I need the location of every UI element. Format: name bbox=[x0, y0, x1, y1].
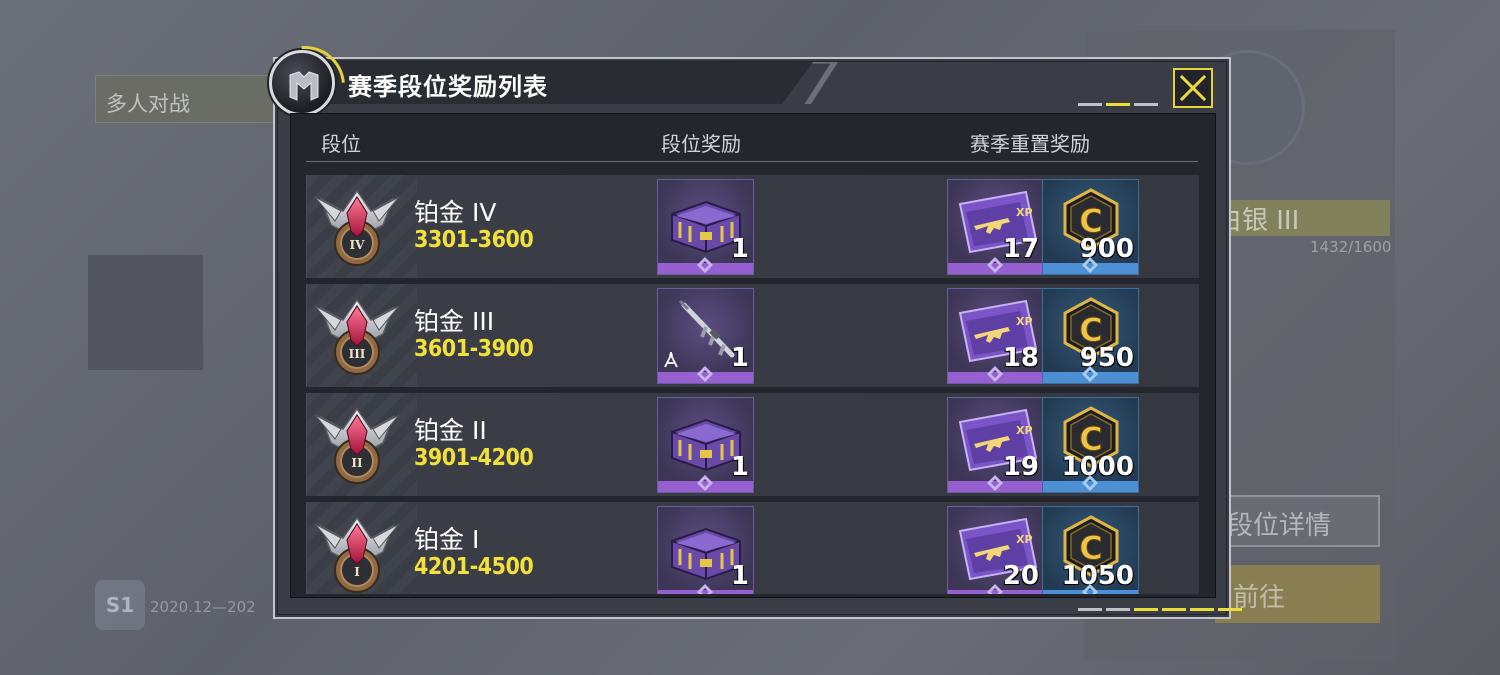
table-row: IV 铂金 IV 3301-3600 1 XP 17 C 900 bbox=[306, 175, 1199, 278]
rank-name: 铂金 II bbox=[414, 416, 487, 445]
close-icon bbox=[1179, 74, 1207, 102]
season-rank-reward-dialog: 赛季段位奖励列表 段位 段位奖励 赛季重置奖励 IV 铂金 IV 3301-36… bbox=[269, 50, 1242, 619]
page-indicator-top bbox=[1078, 103, 1158, 106]
svg-text:XP: XP bbox=[1016, 424, 1033, 437]
rank-progress-text: 1432/1600 bbox=[1310, 238, 1392, 256]
rank-name: 铂金 IV bbox=[414, 198, 497, 227]
platinum-rank-icon: IV bbox=[311, 181, 403, 273]
reward-rows[interactable]: IV 铂金 IV 3301-3600 1 XP 17 C 900 III 铂金 … bbox=[306, 175, 1199, 600]
rarity-diamond-icon bbox=[987, 257, 1003, 273]
column-header-rank: 段位 bbox=[321, 132, 361, 156]
rarity-diamond-icon bbox=[697, 366, 713, 382]
xp-card-quantity: 17 bbox=[1002, 234, 1039, 264]
rank-score-range: 3301-3600 bbox=[414, 227, 534, 253]
reward-quantity: 1 bbox=[730, 343, 749, 373]
rank-reward-card[interactable]: 1 bbox=[657, 288, 754, 384]
xp-card-reward[interactable]: XP 20 bbox=[947, 506, 1044, 594]
rarity-diamond-icon bbox=[697, 257, 713, 273]
reward-quantity: 1 bbox=[730, 561, 749, 591]
mode-label: 多人对战 bbox=[95, 75, 280, 123]
season-date: 2020.12—202 bbox=[150, 598, 256, 616]
season-badge: S1 bbox=[95, 580, 145, 630]
rank-score-range: 3601-3900 bbox=[414, 336, 534, 362]
rank-score-range: 4201-4500 bbox=[414, 554, 534, 580]
rank-name: 铂金 III bbox=[414, 307, 495, 336]
svg-text:III: III bbox=[349, 347, 366, 361]
blueprint-compass-icon bbox=[664, 352, 678, 368]
rarity-diamond-icon bbox=[697, 475, 713, 491]
lobby-top-tabs bbox=[85, 10, 215, 50]
scroll-dot-active bbox=[1162, 608, 1186, 611]
rarity-diamond-icon bbox=[987, 366, 1003, 382]
dialog-title: 赛季段位奖励列表 bbox=[348, 73, 548, 101]
svg-text:XP: XP bbox=[1016, 533, 1033, 546]
xp-card-reward[interactable]: XP 19 bbox=[947, 397, 1044, 493]
svg-text:II: II bbox=[351, 456, 363, 470]
scroll-dot bbox=[1078, 608, 1102, 611]
cod-points-reward[interactable]: C 1000 bbox=[1042, 397, 1139, 493]
svg-text:I: I bbox=[354, 565, 360, 579]
scroll-dot bbox=[1106, 608, 1130, 611]
platinum-rank-icon: I bbox=[311, 508, 403, 594]
xp-card-quantity: 18 bbox=[1002, 343, 1039, 373]
rarity-diamond-icon bbox=[1082, 584, 1098, 594]
cod-points-reward[interactable]: C 950 bbox=[1042, 288, 1139, 384]
column-header-season-reset-reward: 赛季重置奖励 bbox=[970, 132, 1090, 156]
current-rank-label: 白银 III bbox=[1210, 200, 1390, 236]
page-dot bbox=[1078, 103, 1102, 106]
table-row: I 铂金 I 4201-4500 1 XP 20 C 1050 bbox=[306, 502, 1199, 594]
scroll-dot-active bbox=[1134, 608, 1158, 611]
cod-points-reward[interactable]: C 900 bbox=[1042, 179, 1139, 275]
rarity-diamond-icon bbox=[697, 584, 713, 594]
platinum-rank-icon: II bbox=[311, 399, 403, 491]
xp-card-quantity: 19 bbox=[1002, 452, 1039, 482]
close-button[interactable] bbox=[1173, 68, 1213, 108]
rank-reward-card[interactable]: 1 bbox=[657, 397, 754, 493]
svg-text:IV: IV bbox=[350, 238, 366, 252]
svg-text:XP: XP bbox=[1016, 206, 1033, 219]
game-logo-icon bbox=[269, 50, 335, 116]
xp-card-quantity: 20 bbox=[1002, 561, 1039, 591]
xp-card-reward[interactable]: XP 18 bbox=[947, 288, 1044, 384]
scroll-dot-active bbox=[1218, 608, 1242, 611]
table-header: 段位 段位奖励 赛季重置奖励 bbox=[306, 114, 1198, 162]
table-row: II 铂金 II 3901-4200 1 XP 19 C 1000 bbox=[306, 393, 1199, 496]
scroll-dot-active bbox=[1190, 608, 1214, 611]
rarity-diamond-icon bbox=[987, 475, 1003, 491]
rank-reward-card[interactable]: 1 bbox=[657, 179, 754, 275]
table-row: III 铂金 III 3601-3900 1 XP 18 C 950 bbox=[306, 284, 1199, 387]
reward-quantity: 1 bbox=[730, 234, 749, 264]
page-dot-active bbox=[1106, 103, 1130, 106]
reward-tile-background bbox=[88, 255, 203, 370]
reward-quantity: 1 bbox=[730, 452, 749, 482]
xp-card-reward[interactable]: XP 17 bbox=[947, 179, 1044, 275]
platinum-rank-icon: III bbox=[311, 290, 403, 382]
page-dot bbox=[1134, 103, 1158, 106]
rarity-diamond-icon bbox=[1082, 475, 1098, 491]
svg-text:XP: XP bbox=[1016, 315, 1033, 328]
rank-reward-card[interactable]: 1 bbox=[657, 506, 754, 594]
cod-points-reward[interactable]: C 1050 bbox=[1042, 506, 1139, 594]
rarity-diamond-icon bbox=[1082, 257, 1098, 273]
goto-button: 前往 bbox=[1215, 565, 1380, 623]
rank-name: 铂金 I bbox=[414, 525, 480, 554]
scroll-indicator-bottom bbox=[1078, 608, 1242, 611]
rarity-diamond-icon bbox=[987, 584, 1003, 594]
reward-list-panel: 段位 段位奖励 赛季重置奖励 IV 铂金 IV 3301-3600 1 XP 1… bbox=[290, 113, 1216, 598]
rank-score-range: 3901-4200 bbox=[414, 445, 534, 471]
column-header-rank-reward: 段位奖励 bbox=[661, 132, 741, 156]
rank-detail-button: 段位详情 bbox=[1215, 495, 1380, 547]
rarity-diamond-icon bbox=[1082, 366, 1098, 382]
